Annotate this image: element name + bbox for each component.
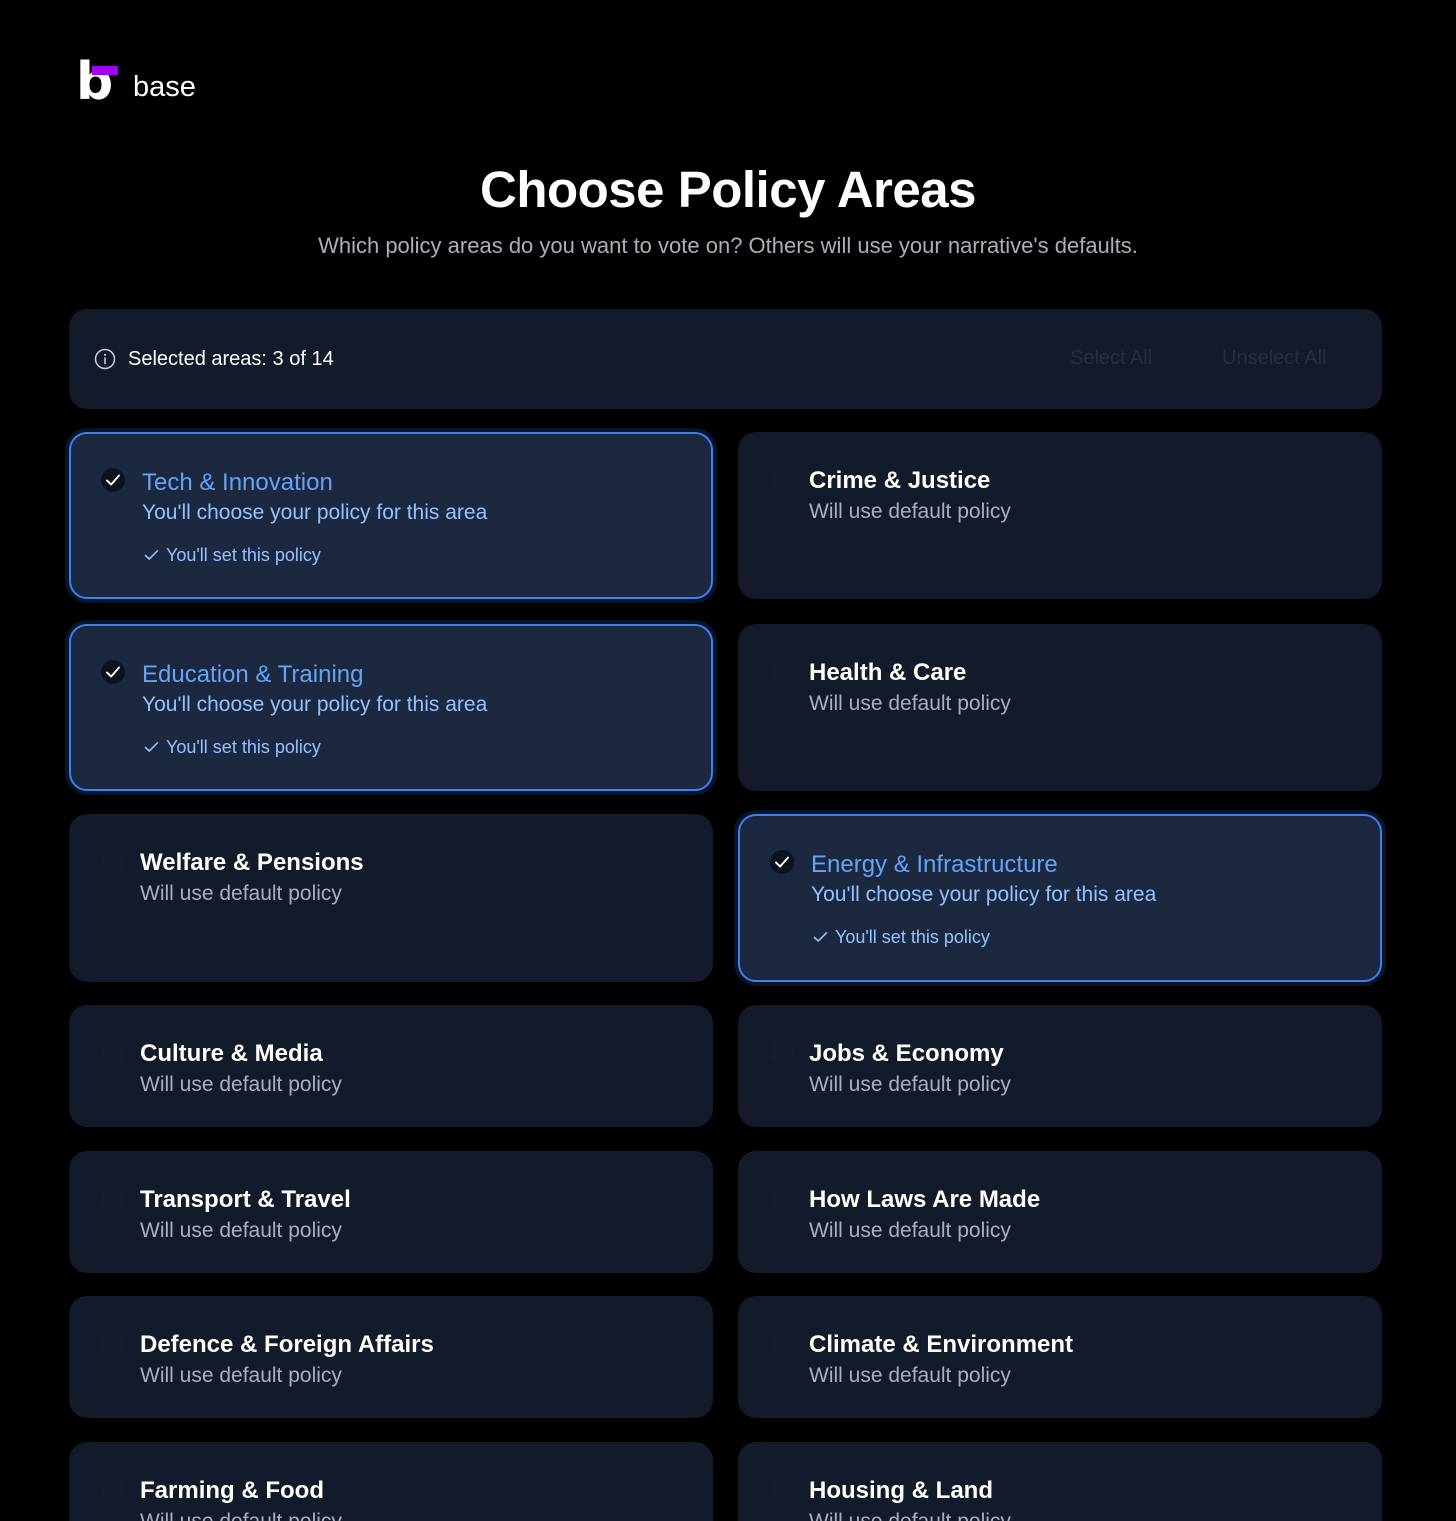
policy-area-title: Farming & Food: [140, 1477, 324, 1504]
policy-area-title: Housing & Land: [809, 1477, 993, 1504]
policy-area-status: Will use default policy: [809, 1073, 1011, 1096]
checked-checkbox-icon[interactable]: [101, 468, 125, 492]
unchecked-checkbox-icon[interactable]: [101, 1041, 125, 1065]
policy-area-status: Will use default policy: [140, 1364, 342, 1387]
unchecked-checkbox-icon[interactable]: [101, 850, 125, 874]
selection-summary-bar: Selected areas: 3 of 14 Select All Unsel…: [69, 309, 1382, 409]
unchecked-checkbox-icon[interactable]: [770, 468, 794, 492]
policy-area-status: Will use default policy: [809, 692, 1011, 715]
policy-area-note: You'll set this policy: [144, 736, 321, 758]
unchecked-checkbox-icon[interactable]: [770, 1187, 794, 1211]
policy-area-card[interactable]: Tech & Innovation You'll choose your poli…: [69, 432, 713, 599]
unchecked-checkbox-icon[interactable]: [770, 1478, 794, 1502]
selection-info: Selected areas: 3 of 14: [94, 347, 334, 371]
policy-area-note: You'll set this policy: [144, 544, 321, 566]
unchecked-checkbox-icon[interactable]: [101, 1332, 125, 1356]
checked-checkbox-icon[interactable]: [770, 850, 794, 874]
brand-logo[interactable]: b base: [76, 52, 196, 112]
policy-area-status: You'll choose your policy for this area: [811, 883, 1157, 906]
policy-area-status: Will use default policy: [140, 882, 342, 905]
unchecked-checkbox-icon[interactable]: [101, 1478, 125, 1502]
policy-area-card[interactable]: Crime & Justice Will use default policy: [738, 432, 1382, 599]
check-icon: [144, 742, 159, 752]
select-all-button[interactable]: Select All: [1070, 345, 1152, 371]
policy-area-status: You'll choose your policy for this area: [142, 693, 488, 716]
policy-area-card[interactable]: Climate & Environment Will use default po…: [738, 1296, 1382, 1418]
policy-area-status: Will use default policy: [809, 1364, 1011, 1387]
policy-area-card[interactable]: Housing & Land Will use default policy: [738, 1442, 1382, 1521]
check-icon: [813, 932, 828, 942]
policy-area-title: Health & Care: [809, 659, 967, 686]
policy-area-card[interactable]: Culture & Media Will use default policy: [69, 1005, 713, 1127]
logo-letter: b: [76, 52, 114, 112]
info-icon: [94, 348, 116, 370]
policy-area-status: Will use default policy: [140, 1073, 342, 1096]
policy-area-status: Will use default policy: [140, 1219, 342, 1242]
policy-area-status: Will use default policy: [809, 1509, 1011, 1521]
policy-area-status: Will use default policy: [809, 1219, 1011, 1242]
policy-area-note-text: You'll set this policy: [166, 737, 321, 757]
policy-area-card[interactable]: Welfare & Pensions Will use default polic…: [69, 814, 713, 982]
policy-area-card[interactable]: Energy & Infrastructure You'll choose you…: [738, 814, 1382, 982]
policy-area-title: Education & Training: [142, 661, 364, 688]
policy-area-card[interactable]: Defence & Foreign Affairs Will use defaul…: [69, 1296, 713, 1418]
policy-area-card[interactable]: Farming & Food Will use default policy: [69, 1442, 713, 1521]
policy-area-note-text: You'll set this policy: [166, 545, 321, 565]
page-subtitle: Which policy areas do you want to vote o…: [318, 233, 1138, 258]
unchecked-checkbox-icon[interactable]: [770, 1041, 794, 1065]
unchecked-checkbox-icon[interactable]: [770, 1332, 794, 1356]
policy-area-status: Will use default policy: [809, 500, 1011, 523]
policy-area-title: Energy & Infrastructure: [811, 851, 1058, 878]
policy-area-card[interactable]: Education & Training You'll choose your p…: [69, 624, 713, 791]
policy-area-status: Will use default policy: [140, 1509, 342, 1521]
unselect-all-button[interactable]: Unselect All: [1222, 345, 1327, 371]
policy-areas-page: b base Choose Policy Areas Which policy …: [0, 0, 1456, 1521]
unchecked-checkbox-icon[interactable]: [770, 660, 794, 684]
policy-area-title: How Laws Are Made: [809, 1186, 1041, 1213]
selected-count-label: Selected areas: 3 of 14: [128, 348, 334, 370]
policy-area-card[interactable]: How Laws Are Made Will use default policy: [738, 1151, 1382, 1273]
policy-area-card[interactable]: Transport & Travel Will use default polic…: [69, 1151, 713, 1273]
check-icon: [144, 550, 159, 560]
policy-area-card[interactable]: Jobs & Economy Will use default policy: [738, 1005, 1382, 1127]
policy-area-title: Culture & Media: [140, 1040, 323, 1067]
policy-area-title: Jobs & Economy: [809, 1040, 1004, 1067]
brand-name: base: [133, 71, 196, 103]
unchecked-checkbox-icon[interactable]: [101, 1187, 125, 1211]
policy-area-title: Crime & Justice: [809, 467, 991, 494]
policy-area-card[interactable]: Health & Care Will use default policy: [738, 624, 1382, 791]
logo-accent-bar: [92, 66, 118, 75]
logo-mark: b: [76, 52, 120, 112]
policy-area-title: Transport & Travel: [140, 1186, 351, 1213]
policy-area-note-text: You'll set this policy: [835, 927, 990, 947]
page-title: Choose Policy Areas: [480, 161, 976, 218]
policy-area-status: You'll choose your policy for this area: [142, 501, 488, 524]
checked-checkbox-icon[interactable]: [101, 660, 125, 684]
policy-area-title: Climate & Environment: [809, 1331, 1074, 1358]
policy-area-title: Welfare & Pensions: [140, 849, 364, 876]
policy-area-title: Defence & Foreign Affairs: [140, 1331, 434, 1358]
policy-area-note: You'll set this policy: [813, 926, 990, 948]
policy-area-title: Tech & Innovation: [142, 469, 333, 496]
